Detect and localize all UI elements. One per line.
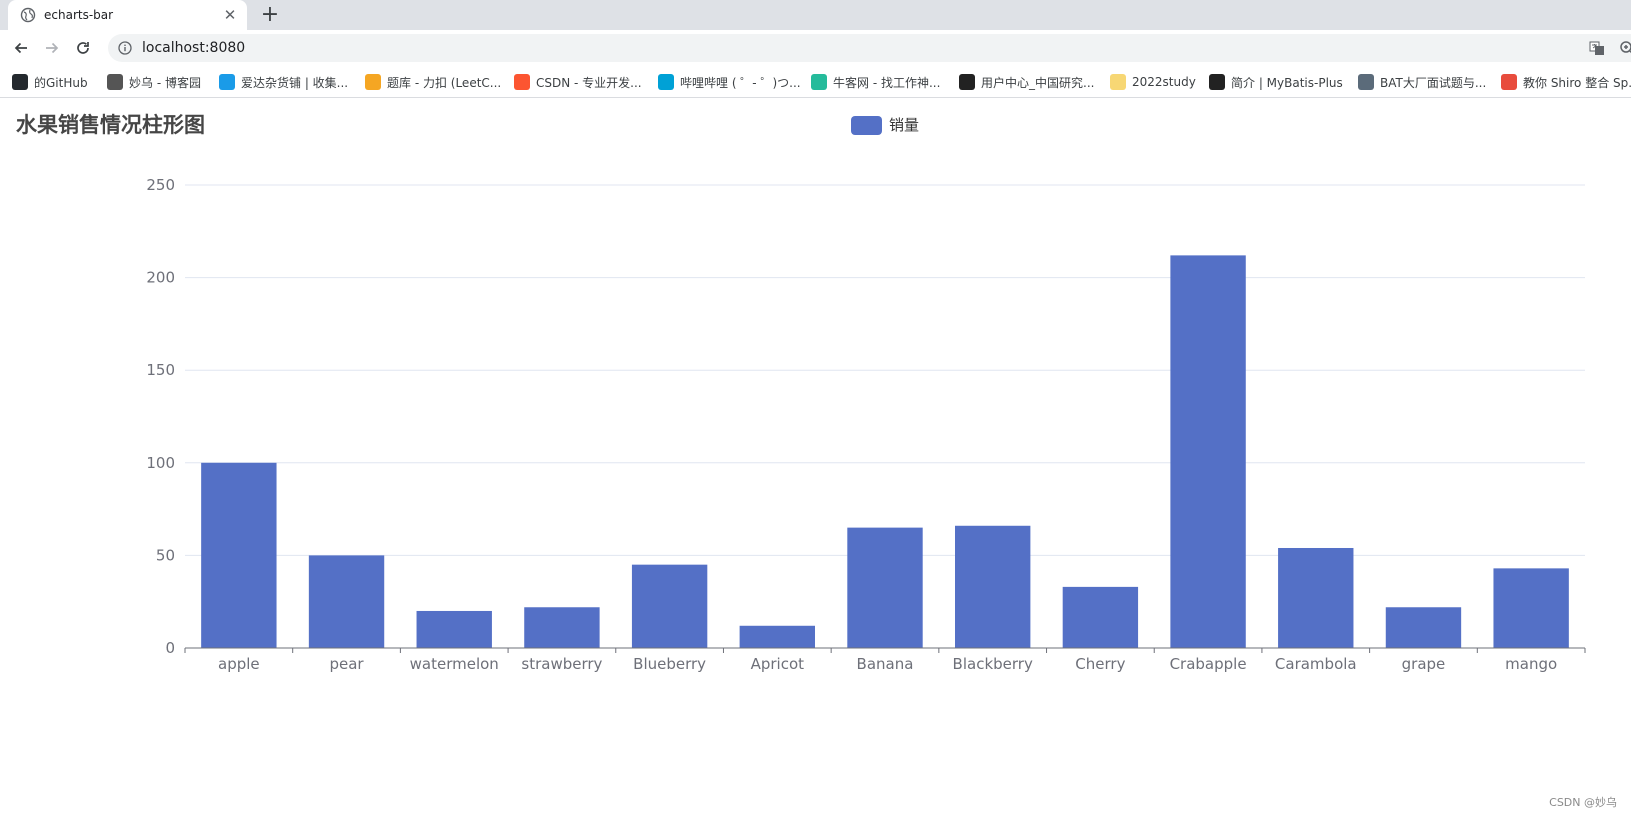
x-tick-label: Blackberry (953, 655, 1033, 673)
x-tick-label: apple (218, 655, 260, 673)
bookmark-label: BAT大厂面试题与... (1380, 75, 1487, 90)
bookmark-item[interactable]: 的GitHub (12, 73, 88, 91)
bookmark-item[interactable]: 爱达杂货铺 | 收集... (219, 73, 348, 91)
bar[interactable] (1062, 586, 1139, 648)
bookmark-label: 的GitHub (34, 75, 88, 90)
bar-chart: 0 50 100 150 200 250 apple pear watermelon strawb… (146, 176, 1586, 673)
leetcode-icon (365, 74, 381, 90)
bar[interactable] (308, 555, 385, 648)
x-tick-label: mango (1505, 655, 1557, 673)
bar[interactable] (1385, 607, 1462, 648)
graduation-cap-icon (959, 74, 975, 90)
x-tick-label: Apricot (751, 655, 805, 673)
reload-icon (77, 42, 89, 54)
arrow-left-icon (14, 42, 27, 54)
x-tick-label: watermelon (410, 655, 499, 673)
bar[interactable] (416, 610, 492, 648)
y-tick-label: 50 (156, 546, 175, 564)
mybatis-icon (1209, 74, 1225, 90)
bookmark-item[interactable]: 哔哩哔哩 ( ゜- ゜)つ... (658, 73, 801, 91)
bookmark-label: 哔哩哔哩 ( ゜- ゜)つ... (680, 75, 801, 90)
github-icon (12, 74, 28, 90)
bar[interactable] (201, 462, 277, 648)
bookmark-item[interactable]: 妙乌 - 博客园 (107, 73, 201, 91)
jian-icon (1501, 74, 1517, 90)
bookmark-label: 题库 - 力扣 (LeetC... (387, 75, 502, 90)
bookmarks-bar: 的GitHub 妙乌 - 博客园 爱达杂货铺 | 收集... 题库 - 力扣 (Lee… (0, 66, 1631, 98)
arrow-right-icon (46, 42, 59, 54)
bookmark-label: 2022study (1132, 75, 1196, 89)
close-icon[interactable]: ✕ (221, 6, 239, 24)
bookmark-label: CSDN - 专业开发... (536, 75, 642, 90)
browser-tab[interactable]: echarts-bar ✕ (8, 0, 247, 30)
tab-strip: echarts-bar ✕ + (0, 0, 1631, 30)
bookmark-item[interactable]: 题库 - 力扣 (LeetC... (365, 73, 501, 91)
x-tick-label: Carambola (1275, 655, 1357, 673)
bookmark-label: 用户中心_中国研究... (981, 75, 1095, 90)
zoom-icon[interactable] (1619, 40, 1631, 56)
reload-button[interactable] (71, 36, 95, 60)
bookmark-item[interactable]: 教你 Shiro 整合 Sp... (1501, 73, 1631, 91)
bar[interactable] (1170, 255, 1246, 648)
cnblogs-icon (107, 74, 123, 90)
bookmark-item[interactable]: 用户中心_中国研究... (959, 73, 1094, 91)
bookmark-item[interactable]: 简介 | MyBatis-Plus (1209, 73, 1343, 91)
watermark: CSDN @妙乌 (1549, 796, 1617, 809)
bookmark-item[interactable]: 2022study (1110, 73, 1196, 91)
y-tick-label: 0 (165, 639, 175, 657)
chart-legend[interactable]: 销量 (851, 116, 919, 135)
info-icon[interactable] (118, 41, 132, 55)
new-tab-button[interactable]: + (258, 3, 282, 27)
bookmark-item[interactable]: BAT大厂面试题与... (1358, 73, 1486, 91)
y-tick-label: 150 (146, 361, 175, 379)
page-title: 水果销售情况柱形图 (16, 113, 205, 137)
translate-icon[interactable] (1589, 40, 1605, 56)
address-bar[interactable]: localhost:8080 (108, 34, 1631, 62)
bar[interactable] (847, 527, 923, 648)
bookmark-label: 妙乌 - 博客园 (129, 75, 201, 90)
forward-button[interactable] (40, 36, 64, 60)
url-text[interactable]: localhost:8080 (142, 40, 245, 56)
browser-toolbar: localhost:8080 (0, 30, 1631, 66)
tab-title: echarts-bar (44, 8, 114, 22)
y-tick-label: 250 (146, 176, 175, 194)
x-tick-label: grape (1402, 655, 1446, 673)
nowcoder-icon (811, 74, 827, 90)
bookmark-label: 牛客网 - 找工作神... (833, 75, 941, 90)
x-tick-label: Cherry (1075, 655, 1125, 673)
bar[interactable] (1278, 547, 1354, 648)
bookmark-item[interactable]: CSDN - 专业开发... (514, 73, 642, 91)
x-tick-label: strawberry (521, 655, 602, 673)
bar[interactable] (955, 525, 1031, 648)
bilibili-icon (658, 74, 674, 90)
x-tick-label: Blueberry (633, 655, 706, 673)
book-icon (1358, 74, 1374, 90)
bar[interactable] (631, 564, 708, 648)
folder-icon (1110, 74, 1126, 90)
bookmark-item[interactable]: 牛客网 - 找工作神... (811, 73, 940, 91)
y-tick-label: 100 (146, 454, 175, 472)
legend-swatch (851, 116, 882, 135)
legend-label: 销量 (889, 116, 920, 134)
bar[interactable] (1493, 568, 1569, 648)
bar[interactable] (524, 607, 600, 648)
y-tick-label: 200 (146, 269, 175, 287)
bookmark-label: 爱达杂货铺 | 收集... (241, 75, 349, 90)
bookmark-label: 教你 Shiro 整合 Sp... (1523, 75, 1631, 90)
bar[interactable] (739, 625, 815, 648)
bookmark-label: 简介 | MyBatis-Plus (1231, 75, 1343, 90)
x-tick-label: Banana (857, 655, 914, 673)
csdn-icon (514, 74, 530, 90)
aida-icon (219, 74, 235, 90)
globe-icon (20, 7, 36, 23)
x-tick-label: Crabapple (1170, 655, 1247, 673)
x-tick-label: pear (329, 655, 364, 673)
back-button[interactable] (9, 36, 33, 60)
